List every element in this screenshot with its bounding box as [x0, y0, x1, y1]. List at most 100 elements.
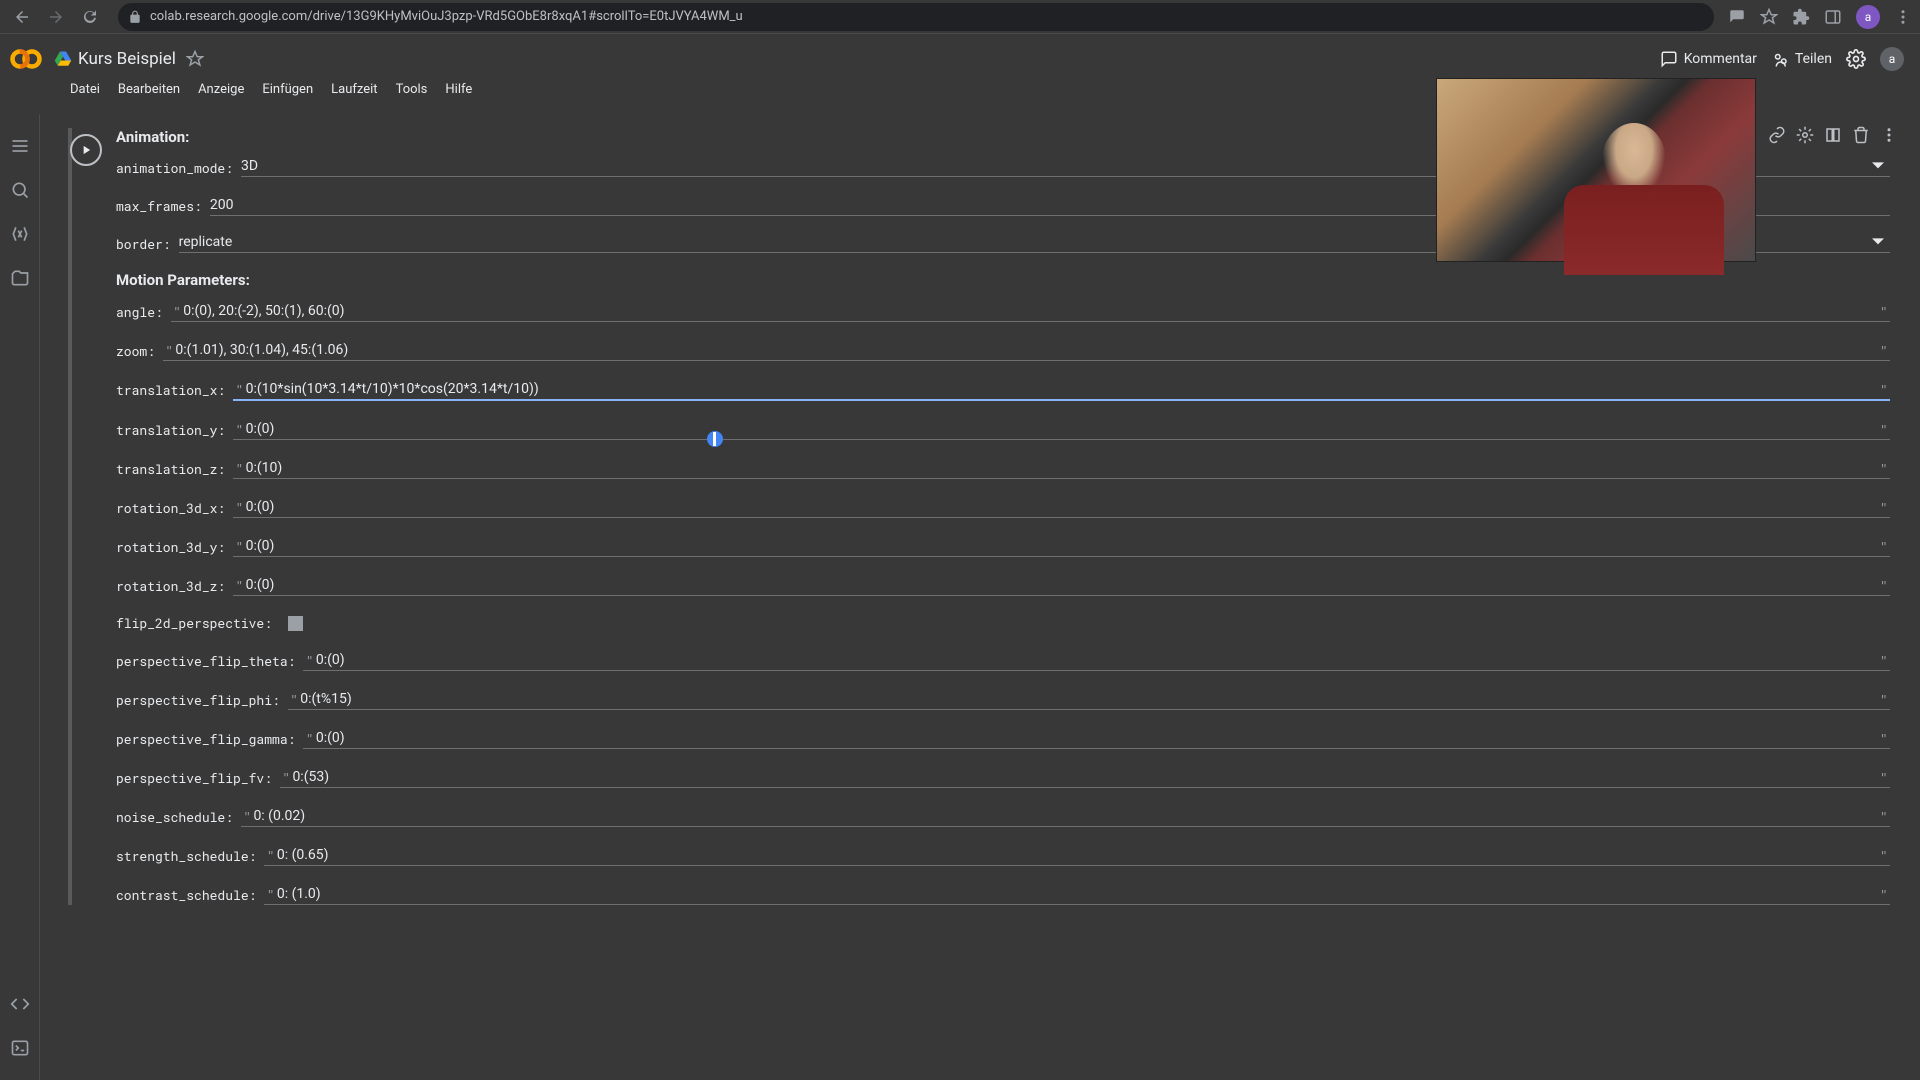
menu-hilfe[interactable]: Hilfe [445, 82, 472, 97]
label-noise-schedule: noise_schedule: [116, 808, 233, 826]
back-button[interactable] [8, 3, 36, 31]
quote-close: " [1878, 768, 1890, 787]
caret-down-icon [1872, 160, 1884, 172]
quote-close: " [1878, 807, 1890, 826]
input-wrap-translation-z: " " [233, 458, 1890, 479]
url-text: colab.research.google.com/drive/13G9KHyM… [150, 9, 743, 24]
row-rotation-3d-y: rotation_3d_y: " " [116, 536, 1890, 557]
quote-close: " [1878, 341, 1890, 360]
input-wrap-perspective-flip-phi: " " [288, 689, 1890, 710]
row-zoom: zoom: " " [116, 340, 1890, 361]
row-contrast-schedule: contrast_schedule: " " [116, 884, 1890, 905]
input-zoom[interactable] [175, 340, 1877, 360]
extensions-icon[interactable] [1792, 8, 1810, 26]
input-wrap-perspective-flip-theta: " " [303, 650, 1890, 671]
cell-settings-icon[interactable] [1796, 126, 1814, 144]
input-perspective-flip-fv[interactable] [292, 767, 1877, 787]
run-cell-button[interactable] [70, 134, 102, 166]
delete-icon[interactable] [1852, 126, 1870, 144]
settings-icon[interactable] [1846, 49, 1866, 69]
comment-button[interactable]: Kommentar [1660, 50, 1757, 68]
link-icon[interactable] [1768, 126, 1786, 144]
label-perspective-flip-fv: perspective_flip_fv: [116, 769, 272, 787]
menu-bearbeiten[interactable]: Bearbeiten [118, 82, 180, 97]
search-icon[interactable] [10, 180, 30, 200]
input-translation-y[interactable] [246, 419, 1878, 439]
label-translation-x: translation_x: [116, 381, 225, 399]
mirror-icon[interactable] [1824, 126, 1842, 144]
quote-open: " [264, 846, 276, 865]
quote-open: " [264, 885, 276, 904]
url-bar[interactable]: colab.research.google.com/drive/13G9KHyM… [118, 3, 1714, 31]
reload-button[interactable] [76, 3, 104, 31]
share-label: Teilen [1795, 51, 1832, 67]
input-wrap-perspective-flip-gamma: " " [303, 728, 1890, 749]
input-perspective-flip-gamma[interactable] [316, 728, 1878, 748]
more-icon[interactable] [1880, 126, 1898, 144]
share-button[interactable]: Teilen [1771, 50, 1832, 68]
label-rotation-3d-x: rotation_3d_x: [116, 499, 225, 517]
terminal-icon[interactable] [10, 1038, 30, 1058]
kebab-icon[interactable] [1894, 8, 1912, 26]
quote-close: " [1878, 885, 1890, 904]
comment-label: Kommentar [1684, 51, 1757, 67]
webcam-overlay [1436, 78, 1756, 262]
favorite-star-icon[interactable] [186, 50, 204, 68]
star-icon[interactable] [1760, 8, 1778, 26]
input-wrap-rotation-3d-y: " " [233, 536, 1890, 557]
left-rail [0, 114, 40, 1080]
forward-button[interactable] [42, 3, 70, 31]
sidepanel-icon[interactable] [1824, 8, 1842, 26]
install-icon[interactable] [1728, 8, 1746, 26]
input-wrap-perspective-flip-fv: " " [280, 767, 1890, 788]
share-icon [1771, 50, 1789, 68]
input-perspective-flip-theta[interactable] [316, 650, 1878, 670]
input-angle[interactable] [183, 301, 1877, 321]
input-wrap-rotation-3d-z: " " [233, 575, 1890, 596]
menu-einfuegen[interactable]: Einfügen [262, 82, 313, 97]
doc-title[interactable]: Kurs Beispiel [78, 49, 176, 69]
input-noise-schedule[interactable] [253, 806, 1877, 826]
input-wrap-angle: " " [171, 301, 1890, 322]
row-rotation-3d-x: rotation_3d_x: " " [116, 497, 1890, 518]
input-rotation-3d-y[interactable] [246, 536, 1878, 556]
label-rotation-3d-z: rotation_3d_z: [116, 577, 225, 595]
quote-close: " [1878, 380, 1890, 399]
quote-close: " [1878, 651, 1890, 670]
browser-avatar[interactable]: a [1856, 5, 1880, 29]
menu-datei[interactable]: Datei [70, 82, 100, 97]
colab-avatar[interactable]: a [1880, 47, 1904, 71]
code-snippets-icon[interactable] [10, 994, 30, 1014]
input-rotation-3d-x[interactable] [246, 497, 1878, 517]
menu-laufzeit[interactable]: Laufzeit [331, 82, 377, 97]
colab-logo-icon[interactable] [8, 41, 44, 77]
toc-icon[interactable] [10, 136, 30, 156]
avatar-initial: a [1889, 52, 1896, 66]
input-perspective-flip-phi[interactable] [300, 689, 1877, 709]
variables-icon[interactable] [10, 224, 30, 244]
quote-close: " [1878, 498, 1890, 517]
input-translation-z[interactable] [246, 458, 1878, 478]
input-wrap-translation-x: " " [233, 379, 1890, 401]
input-rotation-3d-z[interactable] [246, 575, 1878, 595]
input-wrap-strength-schedule: " " [264, 845, 1890, 866]
input-contrast-schedule[interactable] [277, 884, 1878, 904]
input-wrap-noise-schedule: " " [241, 806, 1890, 827]
input-wrap-zoom: " " [163, 340, 1890, 361]
value-animation-mode: 3D [241, 158, 258, 174]
row-translation-x: translation_x: " " [116, 379, 1890, 401]
input-strength-schedule[interactable] [277, 845, 1878, 865]
checkbox-flip-2d-perspective[interactable] [288, 616, 303, 631]
menu-anzeige[interactable]: Anzeige [198, 82, 244, 97]
quote-open: " [233, 420, 245, 439]
quote-open: " [163, 341, 175, 360]
input-translation-x[interactable] [246, 379, 1878, 399]
label-animation-mode: animation_mode: [116, 159, 233, 177]
label-flip-2d-perspective: flip_2d_perspective: [116, 614, 272, 632]
quote-open: " [241, 807, 253, 826]
input-wrap-rotation-3d-x: " " [233, 497, 1890, 518]
files-icon[interactable] [10, 268, 30, 288]
text-cursor-indicator [707, 431, 723, 447]
quote-close: " [1878, 729, 1890, 748]
menu-tools[interactable]: Tools [396, 82, 428, 97]
